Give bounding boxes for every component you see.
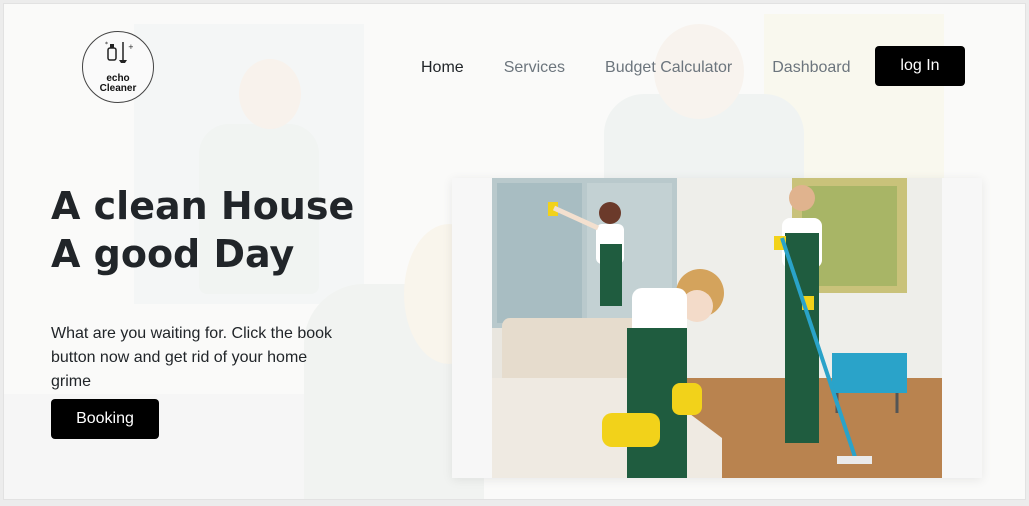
hero-title-line-2: A good Day [51, 232, 295, 276]
booking-button[interactable]: Booking [51, 399, 159, 439]
hero-image-card [452, 178, 982, 478]
svg-text:+: + [128, 43, 133, 51]
login-button[interactable]: log In [875, 46, 965, 86]
cleaning-supplies-icon: + * [105, 41, 133, 63]
svg-text:*: * [105, 41, 108, 48]
hero-title: A clean House A good Day [51, 182, 354, 278]
logo[interactable]: + * echo Cleaner [82, 31, 154, 103]
main-nav: Home Services Budget Calculator Dashboar… [421, 59, 891, 77]
nav-dashboard[interactable]: Dashboard [772, 59, 850, 77]
logo-line-2: Cleaner [99, 83, 137, 94]
landing-page: + * echo Cleaner Home Services Budget Ca… [3, 3, 1026, 500]
nav-home[interactable]: Home [421, 59, 464, 77]
nav-services[interactable]: Services [504, 59, 565, 77]
cleaners-photo [492, 178, 942, 478]
hero-title-line-1: A clean House [51, 184, 355, 228]
nav-budget-calculator[interactable]: Budget Calculator [605, 59, 732, 77]
hero-description: What are you waiting for. Click the book… [51, 325, 333, 390]
